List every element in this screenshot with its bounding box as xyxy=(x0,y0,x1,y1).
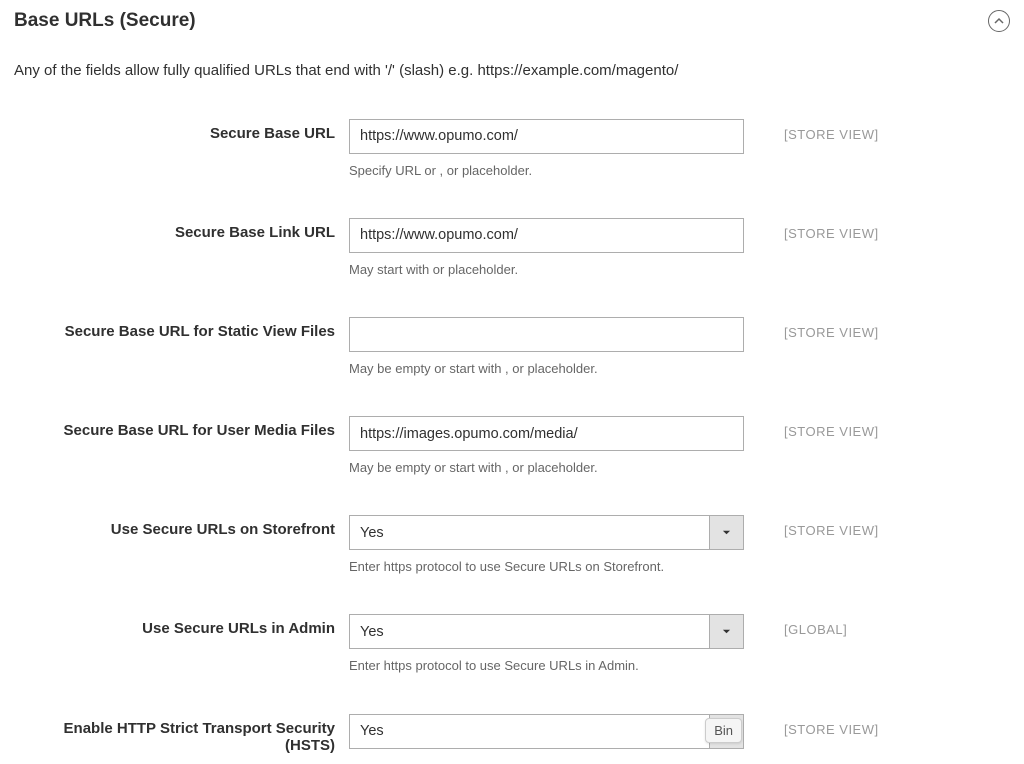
collapse-toggle-icon[interactable] xyxy=(988,10,1010,32)
field-note: May be empty or start with , or placehol… xyxy=(349,360,744,378)
field-scope: [STORE VIEW] xyxy=(744,515,879,538)
field-label: Secure Base URL for Static View Files xyxy=(14,317,349,340)
field-note: May start with or placeholder. xyxy=(349,261,744,279)
field-control: May be empty or start with , or placehol… xyxy=(349,317,744,378)
field-admin-secure: Use Secure URLs in Admin Yes Enter https… xyxy=(14,614,1010,675)
field-hsts: Enable HTTP Strict Transport Security (H… xyxy=(14,714,1010,754)
field-scope: [STORE VIEW] xyxy=(744,218,879,241)
field-scope: [STORE VIEW] xyxy=(744,416,879,439)
field-label: Use Secure URLs on Storefront xyxy=(14,515,349,538)
field-control: Yes Enter https protocol to use Secure U… xyxy=(349,515,744,576)
field-note: Enter https protocol to use Secure URLs … xyxy=(349,558,744,576)
field-scope: [STORE VIEW] xyxy=(744,714,879,737)
bin-tag: Bin xyxy=(705,718,742,743)
field-secure-base-link-url: Secure Base Link URL May start with or p… xyxy=(14,218,1010,279)
field-secure-base-url: Secure Base URL Specify URL or , or plac… xyxy=(14,119,1010,180)
field-scope: [GLOBAL] xyxy=(744,614,847,637)
storefront-secure-select[interactable]: Yes xyxy=(349,515,744,550)
field-control: Yes Bin xyxy=(349,714,744,749)
field-note: May be empty or start with , or placehol… xyxy=(349,459,744,477)
media-url-input[interactable] xyxy=(349,416,744,451)
field-control: May start with or placeholder. xyxy=(349,218,744,279)
field-control: Yes Enter https protocol to use Secure U… xyxy=(349,614,744,675)
static-url-input[interactable] xyxy=(349,317,744,352)
field-label: Secure Base URL xyxy=(14,119,349,142)
admin-secure-select[interactable]: Yes xyxy=(349,614,744,649)
field-user-media-files: Secure Base URL for User Media Files May… xyxy=(14,416,1010,477)
field-scope: [STORE VIEW] xyxy=(744,119,879,142)
section-description: Any of the fields allow fully qualified … xyxy=(14,60,1010,83)
field-label: Use Secure URLs in Admin xyxy=(14,614,349,637)
field-storefront-secure: Use Secure URLs on Storefront Yes Enter … xyxy=(14,515,1010,576)
field-scope: [STORE VIEW] xyxy=(744,317,879,340)
field-note: Specify URL or , or placeholder. xyxy=(349,162,744,180)
field-control: May be empty or start with , or placehol… xyxy=(349,416,744,477)
field-control: Specify URL or , or placeholder. xyxy=(349,119,744,180)
field-label: Secure Base Link URL xyxy=(14,218,349,241)
hsts-select[interactable]: Yes xyxy=(349,714,744,749)
field-label: Secure Base URL for User Media Files xyxy=(14,416,349,439)
field-static-view-files: Secure Base URL for Static View Files Ma… xyxy=(14,317,1010,378)
field-label: Enable HTTP Strict Transport Security (H… xyxy=(14,714,349,754)
section-title: Base URLs (Secure) xyxy=(14,10,196,32)
secure-base-url-input[interactable] xyxy=(349,119,744,154)
field-note: Enter https protocol to use Secure URLs … xyxy=(349,657,744,675)
section-header: Base URLs (Secure) xyxy=(14,10,1010,32)
secure-base-link-url-input[interactable] xyxy=(349,218,744,253)
